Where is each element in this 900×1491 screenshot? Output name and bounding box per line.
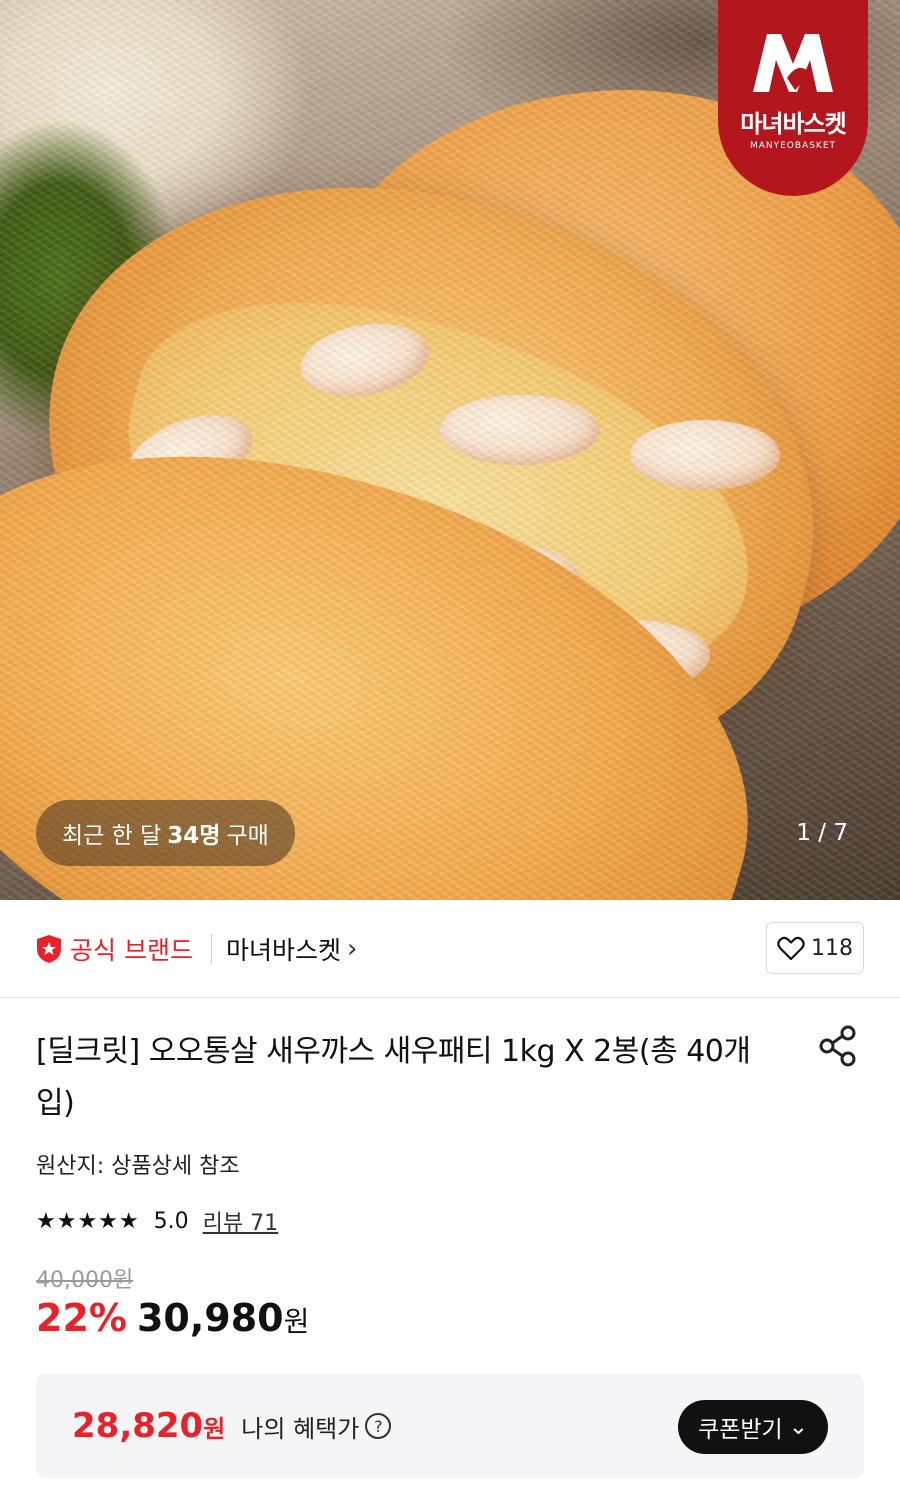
rating-row: ★★★★★ 5.0 리뷰 71 bbox=[36, 1205, 278, 1237]
benefit-price-box: 28,820 원 나의 혜택가 ? 쿠폰받기 ⌄ bbox=[36, 1374, 864, 1478]
recent-suffix: 구매 bbox=[226, 823, 269, 849]
help-icon[interactable]: ? bbox=[365, 1413, 392, 1439]
review-link[interactable]: 리뷰 71 bbox=[203, 1205, 278, 1237]
like-count: 118 bbox=[811, 935, 853, 961]
coupon-button[interactable]: 쿠폰받기 ⌄ bbox=[678, 1400, 828, 1454]
shield-star-icon bbox=[37, 934, 61, 963]
store-name: 마녀바스켓 bbox=[225, 935, 341, 965]
benefit-price-unit: 원 bbox=[203, 1414, 226, 1443]
sale-price: 30,980 bbox=[136, 1296, 284, 1340]
benefit-label: 나의 혜택가 bbox=[241, 1414, 360, 1443]
heart-icon bbox=[777, 936, 805, 961]
rating-value: 5.0 bbox=[153, 1208, 189, 1234]
brand-logo-badge: 마녀바스켓 MANYEOBASKET bbox=[718, 0, 868, 196]
brand-logo-icon bbox=[753, 34, 833, 92]
original-price: 40,000원 bbox=[36, 1268, 134, 1293]
share-button[interactable] bbox=[818, 1024, 858, 1068]
like-button[interactable]: 118 bbox=[766, 922, 864, 974]
price-row: 22% 30,980원 bbox=[36, 1296, 309, 1340]
official-brand-label: 공식 브랜드 bbox=[70, 935, 193, 965]
recent-purchase-badge: 최근 한 달 34명 구매 bbox=[36, 800, 295, 866]
shrimp-decor bbox=[630, 420, 780, 490]
store-link[interactable]: 마녀바스켓 › bbox=[226, 931, 357, 967]
divider bbox=[210, 933, 212, 964]
brand-row: 공식 브랜드 마녀바스켓 › 118 bbox=[0, 900, 900, 998]
brand-logo-text: 마녀바스켓 bbox=[740, 110, 846, 138]
product-title: [딜크릿] 오오통살 새우까스 새우패티 1kg X 2봉(총 40개입) bbox=[36, 1034, 751, 1121]
brand-logo-subtext: MANYEOBASKET bbox=[749, 141, 837, 151]
share-icon bbox=[819, 1025, 856, 1067]
sale-price-unit: 원 bbox=[283, 1305, 310, 1338]
coupon-label: 쿠폰받기 bbox=[698, 1417, 783, 1443]
image-page-indicator: 1 / 7 bbox=[796, 820, 848, 846]
recent-prefix: 최근 한 달 bbox=[62, 823, 162, 849]
discount-rate: 22% bbox=[36, 1296, 127, 1340]
chevron-down-icon: ⌄ bbox=[788, 1414, 808, 1440]
star-rating-icons: ★★★★★ bbox=[36, 1208, 140, 1234]
shrimp-decor bbox=[440, 395, 600, 465]
recent-count: 34명 bbox=[167, 823, 221, 849]
chevron-right-icon: › bbox=[346, 933, 358, 964]
origin-info: 원산지: 상품상세 참조 bbox=[36, 1154, 240, 1179]
product-image[interactable]: 마녀바스켓 MANYEOBASKET 최근 한 달 34명 구매 1 / 7 bbox=[0, 0, 900, 900]
official-brand-badge: 공식 브랜드 bbox=[36, 931, 193, 967]
benefit-price: 28,820 bbox=[72, 1406, 204, 1446]
